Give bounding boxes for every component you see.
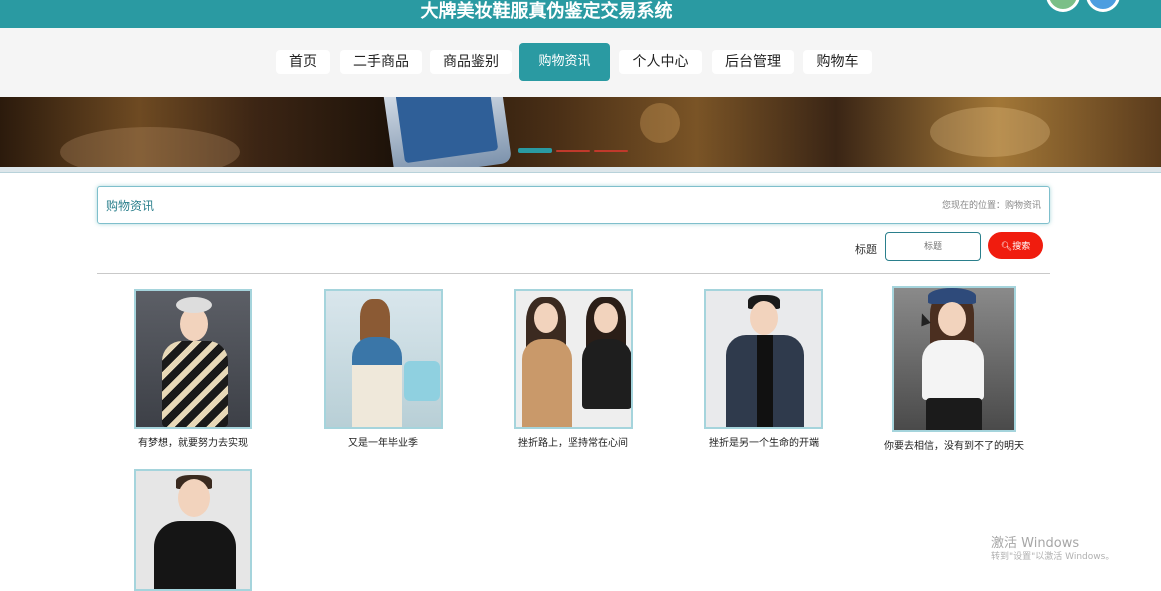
nav-personal-center[interactable]: 个人中心 — [619, 50, 702, 74]
windows-activation-hint: 转到"设置"以激活 Windows。 — [991, 552, 1115, 562]
divider — [97, 273, 1050, 274]
banner-divider — [0, 167, 1161, 173]
page-title: 购物资讯 — [106, 199, 155, 213]
nav-admin[interactable]: 后台管理 — [712, 50, 794, 74]
article-title[interactable]: 挫折路上，坚持常在心间 — [478, 434, 668, 449]
carousel-dot-3[interactable] — [594, 150, 628, 152]
article-image[interactable] — [892, 286, 1016, 432]
article-image[interactable] — [134, 469, 252, 591]
title-search-input[interactable] — [885, 232, 981, 261]
nav-shopping-news[interactable]: 购物资讯 — [519, 43, 610, 81]
breadcrumb: 购物资讯 您现在的位置：购物资讯 — [97, 186, 1050, 224]
search-icon: 🔍︎ — [1000, 242, 1013, 252]
carousel-dot-1[interactable] — [518, 148, 552, 153]
article-title[interactable]: 有梦想，就要努力去实现 — [98, 434, 288, 449]
search-label: 标题 — [855, 243, 877, 256]
article-image[interactable] — [324, 289, 443, 429]
banner-image — [381, 97, 513, 167]
banner-carousel[interactable] — [0, 97, 1161, 167]
article-title[interactable]: 挫折是另一个生命的开端 — [669, 434, 859, 449]
nav-cart[interactable]: 购物车 — [803, 50, 872, 74]
search-button[interactable]: 🔍︎搜索 — [988, 232, 1043, 259]
nav-goods-identification[interactable]: 商品鉴别 — [430, 50, 512, 74]
article-image[interactable] — [514, 289, 633, 429]
carousel-dot-2[interactable] — [556, 150, 590, 152]
article-image[interactable] — [134, 289, 252, 429]
article-title[interactable]: 你要去相信，没有到不了的明天 — [859, 437, 1049, 452]
site-title: 大牌美妆鞋服真伪鉴定交易系统 — [420, 1, 673, 22]
article-image[interactable] — [704, 289, 823, 429]
article-title[interactable]: 又是一年毕业季 — [288, 434, 478, 449]
nav-used-goods[interactable]: 二手商品 — [340, 50, 422, 74]
main-nav: 首页 二手商品 商品鉴别 购物资讯 个人中心 后台管理 购物车 — [0, 43, 1161, 81]
breadcrumb-location: 您现在的位置：购物资讯 — [941, 201, 1041, 211]
nav-home[interactable]: 首页 — [276, 50, 330, 74]
top-bar: 大牌美妆鞋服真伪鉴定交易系统 — [0, 0, 1161, 28]
